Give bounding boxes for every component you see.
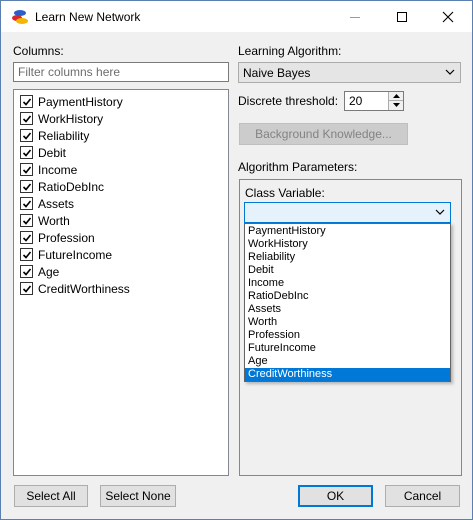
column-item-label: Assets <box>38 196 75 211</box>
discrete-threshold-spinner[interactable]: 20 <box>344 91 404 111</box>
check-icon <box>22 217 32 225</box>
column-item-label: PaymentHistory <box>38 94 123 109</box>
dropdown-option[interactable]: FutureIncome <box>245 342 450 355</box>
columns-label: Columns: <box>13 44 64 58</box>
discrete-threshold-label: Discrete threshold: <box>238 94 339 108</box>
checkbox[interactable] <box>20 95 33 108</box>
dropdown-option[interactable]: Reliability <box>245 251 450 264</box>
check-icon <box>22 285 32 293</box>
learning-algorithm-value: Naive Bayes <box>243 66 311 80</box>
window-title: Learn New Network <box>35 10 141 24</box>
dropdown-option[interactable]: Age <box>245 355 450 368</box>
class-variable-combobox[interactable] <box>244 202 451 223</box>
ok-button[interactable]: OK <box>298 485 373 507</box>
close-icon <box>442 11 454 23</box>
spin-up-button[interactable] <box>388 92 403 101</box>
checkbox[interactable] <box>20 231 33 244</box>
column-item-label: CreditWorthiness <box>38 281 130 296</box>
title-bar[interactable]: Learn New Network <box>1 1 472 32</box>
check-icon <box>22 268 32 276</box>
spin-down-button[interactable] <box>388 101 403 110</box>
dropdown-option[interactable]: Debit <box>245 264 450 277</box>
column-item-label: Income <box>38 162 78 177</box>
column-item-profession[interactable]: Profession <box>20 229 95 246</box>
arrow-up-icon <box>393 94 400 98</box>
check-icon <box>22 115 32 123</box>
check-icon <box>22 251 32 259</box>
column-item-income[interactable]: Income <box>20 161 77 178</box>
arrow-down-icon <box>393 103 400 107</box>
network-app-icon <box>12 10 28 24</box>
column-item-ratio-deb-inc[interactable]: RatioDebInc <box>20 178 104 195</box>
dropdown-option[interactable]: PaymentHistory <box>245 225 450 238</box>
chevron-down-icon <box>435 209 445 215</box>
select-all-button[interactable]: Select All <box>14 485 88 507</box>
column-item-credit-worthiness[interactable]: CreditWorthiness <box>20 280 130 297</box>
maximize-icon <box>397 12 407 22</box>
checkbox[interactable] <box>20 265 33 278</box>
checkbox[interactable] <box>20 197 33 210</box>
checkbox[interactable] <box>20 146 33 159</box>
dropdown-option[interactable]: WorkHistory <box>245 238 450 251</box>
column-item-payment-history[interactable]: PaymentHistory <box>20 93 123 110</box>
checkbox[interactable] <box>20 112 33 125</box>
column-item-label: FutureIncome <box>38 247 113 262</box>
minimize-icon <box>350 17 360 18</box>
column-item-label: Profession <box>38 230 95 245</box>
column-item-label: WorkHistory <box>38 111 104 126</box>
column-item-label: RatioDebInc <box>38 179 105 194</box>
checkbox[interactable] <box>20 163 33 176</box>
checkbox[interactable] <box>20 214 33 227</box>
columns-checklist[interactable]: PaymentHistory WorkHistory Reliability D… <box>13 89 229 476</box>
close-button[interactable] <box>425 1 471 32</box>
column-item-assets[interactable]: Assets <box>20 195 74 212</box>
dropdown-option[interactable]: Profession <box>245 329 450 342</box>
column-item-age[interactable]: Age <box>20 263 59 280</box>
dropdown-option[interactable]: Worth <box>245 316 450 329</box>
column-item-worth[interactable]: Worth <box>20 212 70 229</box>
learning-algorithm-select[interactable]: Naive Bayes <box>238 62 461 83</box>
dropdown-option[interactable]: RatioDebInc <box>245 290 450 303</box>
check-icon <box>22 234 32 242</box>
class-variable-dropdown-list[interactable]: PaymentHistory WorkHistory Reliability D… <box>244 223 451 382</box>
chevron-down-icon <box>445 69 455 75</box>
column-item-label: Age <box>38 264 60 279</box>
dropdown-option[interactable]: Assets <box>245 303 450 316</box>
checkbox[interactable] <box>20 129 33 142</box>
check-icon <box>22 149 32 157</box>
dropdown-option[interactable]: Income <box>245 277 450 290</box>
algorithm-parameters-label: Algorithm Parameters: <box>238 160 358 174</box>
column-item-label: Reliability <box>38 128 90 143</box>
background-knowledge-button[interactable]: Background Knowledge... <box>239 123 408 145</box>
check-icon <box>22 132 32 140</box>
class-variable-label: Class Variable: <box>245 186 325 200</box>
discrete-threshold-value[interactable]: 20 <box>349 94 362 108</box>
check-icon <box>22 98 32 106</box>
dropdown-option-highlighted[interactable]: CreditWorthiness <box>245 368 450 381</box>
select-none-button[interactable]: Select None <box>100 485 176 507</box>
column-item-debit[interactable]: Debit <box>20 144 66 161</box>
column-item-label: Debit <box>38 145 67 160</box>
maximize-button[interactable] <box>379 1 425 32</box>
learning-algorithm-label: Learning Algorithm: <box>238 44 342 58</box>
minimize-button[interactable] <box>332 1 378 32</box>
learn-network-dialog: Learn New Network Columns: PaymentHistor… <box>0 0 473 520</box>
cancel-button[interactable]: Cancel <box>385 485 460 507</box>
filter-columns-input[interactable] <box>13 62 229 82</box>
checkbox[interactable] <box>20 180 33 193</box>
checkbox[interactable] <box>20 248 33 261</box>
check-icon <box>22 166 32 174</box>
column-item-label: Worth <box>38 213 70 228</box>
column-item-future-income[interactable]: FutureIncome <box>20 246 112 263</box>
column-item-reliability[interactable]: Reliability <box>20 127 89 144</box>
column-item-work-history[interactable]: WorkHistory <box>20 110 103 127</box>
check-icon <box>22 200 32 208</box>
check-icon <box>22 183 32 191</box>
checkbox[interactable] <box>20 282 33 295</box>
